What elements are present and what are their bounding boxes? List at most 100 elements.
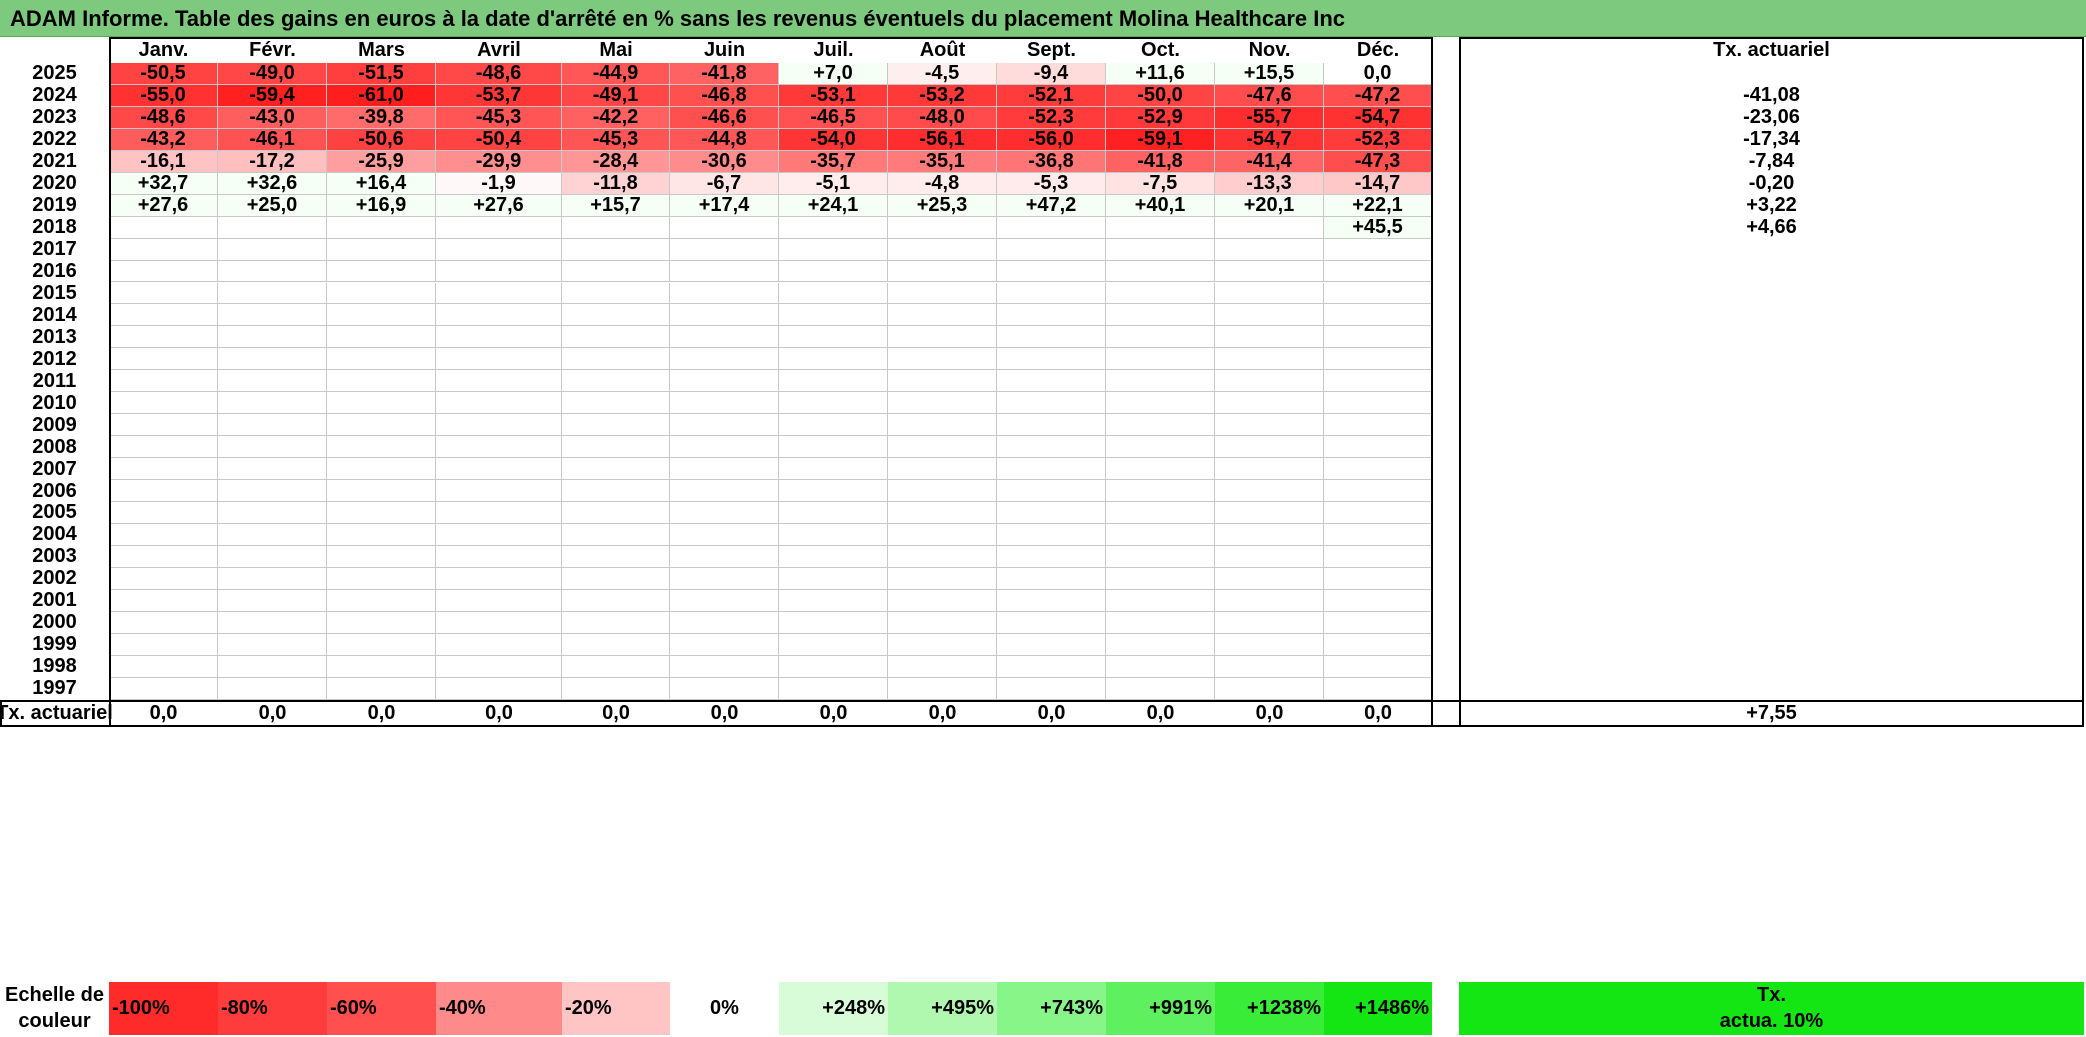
table-cell[interactable]: [997, 260, 1106, 283]
table-cell[interactable]: [997, 414, 1106, 437]
table-cell[interactable]: [562, 655, 670, 678]
table-cell[interactable]: [1106, 436, 1215, 459]
table-cell[interactable]: -51,5: [327, 62, 436, 85]
table-cell[interactable]: [436, 589, 562, 612]
table-cell[interactable]: [109, 348, 218, 371]
table-cell[interactable]: [562, 414, 670, 437]
table-cell[interactable]: [327, 677, 436, 700]
table-cell[interactable]: [997, 458, 1106, 481]
table-cell[interactable]: -47,3: [1324, 150, 1432, 173]
table-cell[interactable]: [1106, 304, 1215, 327]
table-cell[interactable]: [779, 436, 888, 459]
table-cell[interactable]: -59,4: [218, 84, 327, 107]
table-cell[interactable]: [997, 326, 1106, 349]
table-cell[interactable]: [1106, 348, 1215, 371]
table-cell[interactable]: [1215, 282, 1324, 305]
table-cell[interactable]: [327, 370, 436, 393]
table-cell[interactable]: -53,1: [779, 84, 888, 107]
table-cell[interactable]: [327, 304, 436, 327]
table-cell[interactable]: [1324, 392, 1432, 415]
table-cell[interactable]: [436, 348, 562, 371]
table-cell[interactable]: -53,7: [436, 84, 562, 107]
table-cell[interactable]: [562, 370, 670, 393]
table-cell[interactable]: [888, 260, 997, 283]
table-cell[interactable]: -50,0: [1106, 84, 1215, 107]
table-cell[interactable]: [1324, 238, 1432, 261]
table-cell[interactable]: [670, 480, 779, 502]
table-cell[interactable]: -45,3: [436, 106, 562, 129]
table-cell[interactable]: [779, 502, 888, 524]
table-cell[interactable]: [670, 348, 779, 371]
table-cell[interactable]: [1324, 370, 1432, 393]
table-cell[interactable]: [109, 502, 218, 524]
table-cell[interactable]: [997, 633, 1106, 656]
table-cell[interactable]: [218, 611, 327, 634]
table-cell[interactable]: [888, 655, 997, 678]
table-cell[interactable]: -56,0: [997, 128, 1106, 151]
table-cell[interactable]: [436, 545, 562, 568]
table-cell[interactable]: -52,1: [997, 84, 1106, 107]
table-cell[interactable]: [888, 502, 997, 524]
table-cell[interactable]: +16,4: [327, 172, 436, 195]
table-cell[interactable]: -61,0: [327, 84, 436, 107]
table-cell[interactable]: [670, 655, 779, 678]
table-cell[interactable]: -56,1: [888, 128, 997, 151]
table-cell[interactable]: [779, 480, 888, 502]
table-cell[interactable]: [436, 523, 562, 546]
table-cell[interactable]: -44,9: [562, 62, 670, 85]
table-cell[interactable]: [779, 611, 888, 634]
table-cell[interactable]: -13,3: [1215, 172, 1324, 195]
table-cell[interactable]: [109, 304, 218, 327]
table-cell[interactable]: [327, 545, 436, 568]
table-cell[interactable]: [997, 589, 1106, 612]
table-cell[interactable]: [670, 611, 779, 634]
table-cell[interactable]: [436, 326, 562, 349]
table-cell[interactable]: [1215, 502, 1324, 524]
table-cell[interactable]: [997, 677, 1106, 700]
table-cell[interactable]: [888, 436, 997, 459]
table-cell[interactable]: +15,7: [562, 194, 670, 217]
table-cell[interactable]: [436, 304, 562, 327]
table-cell[interactable]: [888, 326, 997, 349]
table-cell[interactable]: [888, 677, 997, 700]
table-cell[interactable]: [888, 348, 997, 371]
table-cell[interactable]: [670, 589, 779, 612]
table-cell[interactable]: [1106, 633, 1215, 656]
table-cell[interactable]: -46,6: [670, 106, 779, 129]
table-cell[interactable]: -55,0: [109, 84, 218, 107]
table-cell[interactable]: -4,5: [888, 62, 997, 85]
table-cell[interactable]: -4,8: [888, 172, 997, 195]
table-cell[interactable]: -53,2: [888, 84, 997, 107]
table-cell[interactable]: [1106, 523, 1215, 546]
table-cell[interactable]: [1215, 326, 1324, 349]
table-cell[interactable]: [888, 611, 997, 634]
table-cell[interactable]: [218, 414, 327, 437]
table-cell[interactable]: [436, 458, 562, 481]
table-cell[interactable]: [670, 633, 779, 656]
table-cell[interactable]: [327, 260, 436, 283]
table-cell[interactable]: [109, 633, 218, 656]
table-cell[interactable]: -28,4: [562, 150, 670, 173]
table-cell[interactable]: [109, 480, 218, 502]
table-cell[interactable]: -35,7: [779, 150, 888, 173]
table-cell[interactable]: +22,1: [1324, 194, 1432, 217]
table-cell[interactable]: [109, 545, 218, 568]
table-cell[interactable]: [218, 392, 327, 415]
table-cell[interactable]: [218, 567, 327, 590]
table-cell[interactable]: [888, 480, 997, 502]
table-cell[interactable]: [1324, 502, 1432, 524]
table-cell[interactable]: [218, 216, 327, 239]
table-cell[interactable]: [779, 458, 888, 481]
table-cell[interactable]: [218, 304, 327, 327]
table-cell[interactable]: [327, 589, 436, 612]
table-cell[interactable]: [1324, 633, 1432, 656]
table-cell[interactable]: -41,4: [1215, 150, 1324, 173]
table-cell[interactable]: -1,9: [436, 172, 562, 195]
table-cell[interactable]: [327, 238, 436, 261]
table-cell[interactable]: [436, 633, 562, 656]
table-cell[interactable]: [670, 238, 779, 261]
table-cell[interactable]: [562, 677, 670, 700]
table-cell[interactable]: -41,8: [670, 62, 779, 85]
table-cell[interactable]: -44,8: [670, 128, 779, 151]
table-cell[interactable]: [779, 216, 888, 239]
